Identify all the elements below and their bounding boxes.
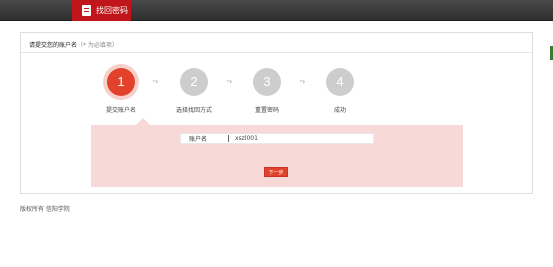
account-field: 账户名 — [180, 133, 374, 144]
step-3: 3 重置密码 — [237, 68, 297, 114]
account-input[interactable] — [235, 135, 310, 142]
step-arrow-icon: ··› — [299, 77, 305, 86]
step-4-label: 成功 — [333, 107, 346, 114]
instruction-text: 请提交您的账户名 — [29, 42, 78, 49]
step-2-circle: 2 — [180, 68, 208, 96]
form-area: 账户名 下一步 — [91, 125, 463, 187]
step-4-circle: 4 — [326, 68, 354, 96]
step-arrow-icon: ··› — [226, 77, 232, 86]
document-icon — [82, 5, 91, 16]
step-2: 2 选择找回方式 — [164, 68, 224, 114]
field-separator — [228, 135, 229, 142]
step-1-label: 提交账户名 — [105, 107, 136, 114]
step-1-circle: 1 — [107, 68, 135, 96]
step-3-circle: 3 — [253, 68, 281, 96]
step-4: 4 成功 — [310, 68, 370, 114]
footer-copyright: 版权所有 信阳学院 — [20, 206, 70, 213]
step-arrow-icon: ··› — [152, 77, 158, 86]
step-2-label: 选择找回方式 — [175, 107, 212, 114]
active-step-pointer — [136, 118, 150, 125]
next-step-button[interactable]: 下一步 — [264, 167, 288, 177]
required-hint: （* 为必填项） — [77, 42, 118, 49]
step-3-label: 重置密码 — [254, 107, 279, 114]
main-panel: 请提交您的账户名（* 为必填项） 1 提交账户名 ··› 2 选择找回方式 ··… — [20, 32, 533, 194]
page-title: 找回密码 — [96, 6, 128, 15]
find-password-tab[interactable]: 找回密码 — [72, 0, 131, 21]
account-label: 账户名 — [189, 136, 208, 143]
top-bar: 找回密码 — [0, 0, 553, 21]
step-1: 1 提交账户名 — [91, 68, 151, 114]
panel-header: 请提交您的账户名（* 为必填项） — [29, 40, 118, 49]
panel-divider — [21, 52, 532, 53]
